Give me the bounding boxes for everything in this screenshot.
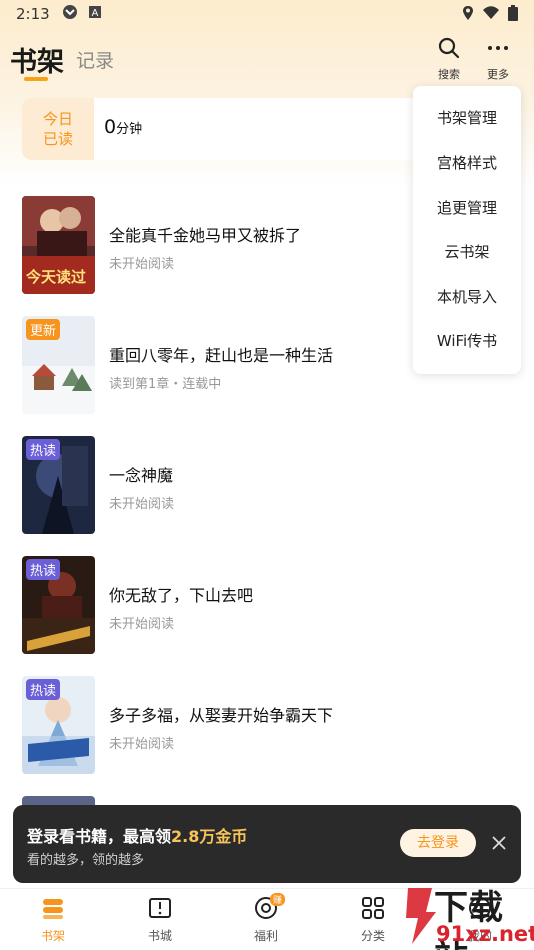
- nav-label: 书城: [147, 929, 172, 943]
- update-badge: 更新: [26, 319, 61, 340]
- close-banner-button[interactable]: [489, 833, 509, 853]
- a-notification-icon: A: [88, 5, 102, 23]
- today-label-line2: 已读: [42, 130, 73, 148]
- grid-icon: [362, 897, 384, 919]
- status-icons: [462, 5, 518, 21]
- book-item[interactable]: 热读 一念神魔 未开始阅读: [22, 436, 522, 534]
- login-banner-subtitle: 看的越多，领的越多: [27, 853, 145, 868]
- cover-text: 今天读过: [26, 268, 87, 286]
- book-title: 一念神魔: [109, 466, 174, 485]
- watermark-url: 91xz.net: [436, 922, 534, 946]
- menu-item-cloud-shelf[interactable]: 云书架: [413, 241, 521, 262]
- search-icon: [438, 37, 460, 59]
- book-status: 未开始阅读: [109, 737, 175, 752]
- tab-bookshelf[interactable]: 书架: [10, 40, 64, 79]
- more-label: 更多: [487, 68, 509, 81]
- login-banner-title: 登录看书籍，最高领2.8万金币: [27, 823, 247, 847]
- login-button[interactable]: 去登录: [400, 829, 476, 857]
- today-read-label: 今日 已读: [22, 98, 94, 160]
- header: 书架 记录 搜索 更多: [0, 36, 534, 86]
- tab-history[interactable]: 记录: [76, 46, 114, 73]
- hot-badge: 热读: [26, 679, 61, 700]
- nav-label: 书架: [40, 929, 65, 943]
- book-item[interactable]: 热读 多子多福，从娶妻开始争霸天下 未开始阅读: [22, 676, 522, 774]
- more-dots-icon: [488, 46, 508, 50]
- today-label-line1: 今日: [42, 110, 73, 128]
- search-label: 搜索: [438, 68, 460, 81]
- book-cover: 热读: [22, 676, 95, 774]
- app-notification-icon: [62, 4, 78, 24]
- book-status: 未开始阅读: [109, 497, 175, 512]
- login-title-highlight: 2.8万金币: [171, 827, 248, 846]
- book-status: 未开始阅读: [109, 257, 175, 272]
- more-button[interactable]: 更多: [478, 36, 518, 82]
- svg-text:A: A: [91, 8, 98, 19]
- reading-time-card[interactable]: 今日 已读 0分钟: [22, 98, 462, 160]
- login-title-prefix: 登录看书籍，最高领: [27, 827, 172, 846]
- menu-item-local-import[interactable]: 本机导入: [413, 286, 521, 307]
- menu-item-bookshelf-manage[interactable]: 书架管理: [413, 107, 521, 128]
- book-title: 你无敌了，下山去吧: [109, 586, 254, 605]
- menu-item-grid-style[interactable]: 宫格样式: [413, 152, 521, 173]
- login-banner: 登录看书籍，最高领2.8万金币 看的越多，领的越多 去登录: [13, 805, 521, 883]
- book-cover: 今天读过: [22, 196, 95, 294]
- book-cover: 更新: [22, 316, 95, 414]
- book-item[interactable]: 热读 你无敌了，下山去吧 未开始阅读: [22, 556, 522, 654]
- wifi-icon: [483, 6, 499, 19]
- book-cover: 热读: [22, 436, 95, 534]
- close-icon: [492, 836, 506, 850]
- hot-badge: 热读: [26, 559, 61, 580]
- welfare-badge: 赚: [270, 893, 286, 906]
- more-dropdown-menu: 书架管理 宫格样式 追更管理 云书架 本机导入 WiFi传书: [413, 86, 521, 374]
- book-cover: 热读: [22, 556, 95, 654]
- nav-welfare[interactable]: 赚 福利: [236, 893, 296, 944]
- book-title: 重回八零年，赶山也是一种生活: [109, 346, 334, 365]
- site-watermark: 下载站 91xz.net: [400, 880, 534, 950]
- nav-label: 福利: [253, 929, 278, 943]
- minutes-value: 0: [104, 116, 117, 138]
- read-minutes: 0分钟: [104, 116, 142, 138]
- bookshelf-icon: [43, 899, 63, 919]
- menu-item-update-manage[interactable]: 追更管理: [413, 197, 521, 218]
- minutes-unit: 分钟: [116, 122, 143, 137]
- tab-indicator: [24, 77, 48, 81]
- status-bar: 2:13 A: [0, 0, 534, 28]
- nav-category[interactable]: 分类: [343, 895, 403, 944]
- book-title: 全能真千金她马甲又被拆了: [109, 226, 302, 245]
- book-status: 读到第1章・连载中: [109, 377, 222, 392]
- book-status: 未开始阅读: [109, 617, 175, 632]
- nav-bookstore[interactable]: 书城: [130, 895, 190, 944]
- nav-bookshelf[interactable]: 书架: [23, 895, 83, 944]
- status-time: 2:13: [16, 5, 50, 23]
- search-button[interactable]: 搜索: [429, 36, 469, 82]
- battery-icon: [508, 5, 518, 21]
- hot-badge: 热读: [26, 439, 61, 460]
- book-title: 多子多福，从娶妻开始争霸天下: [109, 706, 334, 725]
- nav-label: 分类: [360, 929, 385, 943]
- menu-item-wifi-transfer[interactable]: WiFi传书: [413, 330, 521, 351]
- location-icon: [463, 6, 473, 20]
- book-open-icon: [149, 898, 171, 918]
